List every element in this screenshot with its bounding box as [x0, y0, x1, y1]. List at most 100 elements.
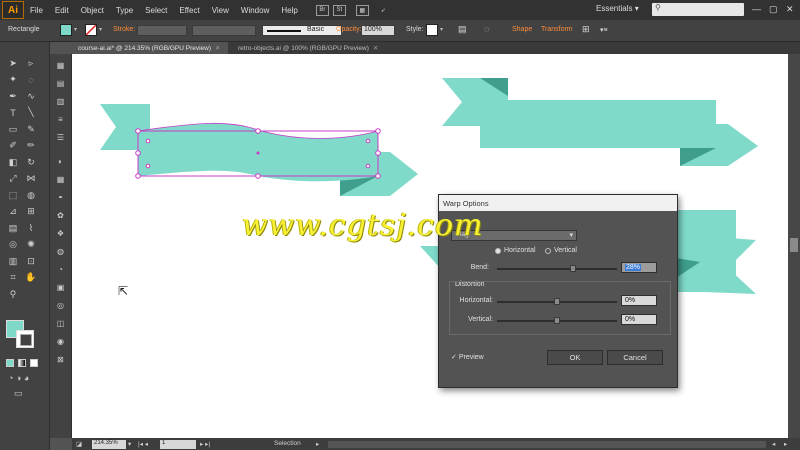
chevron-down-icon[interactable]: ▾ — [440, 26, 443, 33]
shaper-icon[interactable]: ✐ — [6, 139, 20, 153]
magic-wand-icon[interactable]: ✦ — [6, 73, 20, 87]
panel-dock-icon[interactable]: ▣ — [54, 282, 67, 292]
close-icon[interactable]: ✕ — [373, 45, 378, 52]
bend-slider-thumb[interactable] — [570, 265, 576, 272]
panel-dock-icon[interactable]: ◍ — [54, 246, 67, 256]
menu-edit[interactable]: Edit — [49, 6, 75, 15]
cancel-button[interactable]: Cancel — [607, 350, 663, 365]
panel-dock-icon[interactable]: ◎ — [54, 300, 67, 310]
transform-link[interactable]: Transform — [541, 26, 573, 33]
panel-dock-icon[interactable]: ◉ — [54, 336, 67, 346]
fill-color-swatch[interactable] — [60, 24, 72, 36]
scale-icon[interactable]: ⤢ — [6, 172, 20, 186]
blend-icon[interactable]: ◎ — [6, 238, 20, 252]
menu-effect[interactable]: Effect — [173, 6, 205, 15]
perspective-icon[interactable]: ⊿ — [6, 205, 20, 219]
scroll-arrow-icon[interactable]: ▸ — [784, 440, 787, 448]
status-menu-icon[interactable]: ▸ — [316, 440, 319, 448]
direct-selection-icon[interactable]: ▹ — [24, 56, 38, 70]
variable-width-profile-select[interactable] — [192, 25, 256, 36]
stock-icon[interactable]: St — [332, 4, 346, 16]
gradient-icon[interactable]: ▤ — [6, 221, 20, 235]
distortion-horizontal-field[interactable]: 0% — [621, 295, 657, 306]
artboard-canvas[interactable] — [72, 54, 788, 438]
menu-object[interactable]: Object — [75, 6, 110, 15]
draw-mode-icon[interactable]: ◔ ◑ ◕ — [8, 373, 29, 383]
free-transform-icon[interactable]: ⬚ — [6, 188, 20, 202]
panel-dock-icon[interactable]: ≡ — [54, 114, 67, 124]
ok-button[interactable]: OK — [547, 350, 603, 365]
opacity-link[interactable]: Opacity: — [336, 26, 362, 33]
document-setup-icon[interactable]: ▤ — [458, 24, 467, 35]
chevron-down-icon[interactable]: ▾ — [74, 26, 77, 33]
stroke-color-swatch[interactable] — [85, 24, 97, 36]
workspace-switcher[interactable]: Essentials ▾ — [596, 4, 639, 13]
slice-icon[interactable]: ⌗ — [6, 271, 20, 285]
chevron-down-icon[interactable]: ▾ — [99, 26, 102, 33]
hand-icon[interactable]: ✋ — [24, 271, 38, 285]
align-icon[interactable]: ⊞ — [582, 24, 590, 35]
panel-dock-icon[interactable]: ☰ — [54, 132, 67, 142]
distortion-vertical-thumb[interactable] — [554, 317, 560, 324]
first-artboard-icon[interactable]: |◂ ◂ — [138, 440, 148, 448]
horizontal-radio[interactable]: Horizontal — [495, 247, 536, 254]
opacity-field[interactable]: 100% — [361, 25, 395, 36]
bend-slider[interactable] — [497, 265, 617, 272]
recolor-artwork-icon[interactable]: ◌ — [484, 24, 489, 34]
distortion-vertical-field[interactable]: 0% — [621, 314, 657, 325]
panel-dock-icon[interactable]: ▦ — [54, 60, 67, 70]
panel-dock-icon[interactable]: ◐ — [54, 156, 67, 166]
preview-checkbox[interactable]: ✓ Preview — [451, 353, 484, 361]
pen-icon[interactable]: ✒ — [6, 89, 20, 103]
distortion-horizontal-slider[interactable] — [497, 298, 617, 305]
restore-button[interactable]: ▢ — [769, 4, 778, 15]
bend-value-field[interactable]: 28% — [621, 262, 657, 273]
menu-type[interactable]: Type — [110, 6, 139, 15]
symbol-sprayer-icon[interactable]: ✺ — [24, 238, 38, 252]
chevron-down-icon[interactable]: ▾ — [128, 440, 131, 448]
control-menu-icon[interactable]: ▾≡ — [600, 26, 608, 34]
graph-icon[interactable]: ▥ — [6, 254, 20, 268]
rectangle-icon[interactable]: ▭ — [6, 122, 20, 136]
brush-definition-select[interactable]: Basic — [262, 25, 342, 36]
close-icon[interactable]: ✕ — [215, 45, 220, 52]
color-mode-button[interactable] — [6, 359, 14, 367]
vertical-scrollbar[interactable] — [788, 54, 800, 438]
gradient-mode-button[interactable] — [18, 359, 26, 367]
gpu-performance-icon[interactable]: ➶ — [377, 5, 390, 16]
line-icon[interactable]: ╲ — [24, 106, 38, 120]
lasso-icon[interactable]: ◌ — [24, 73, 38, 87]
vertical-radio[interactable]: Vertical — [545, 247, 577, 254]
type-icon[interactable]: T — [6, 106, 20, 120]
panel-dock-icon[interactable]: ◓ — [54, 192, 67, 202]
menu-window[interactable]: Window — [235, 6, 275, 15]
stroke-weight-field[interactable] — [137, 25, 187, 36]
panel-dock-icon[interactable]: ◔ — [54, 264, 67, 274]
width-icon[interactable]: ⋈ — [24, 172, 38, 186]
pencil-icon[interactable]: ✏ — [24, 139, 38, 153]
panel-dock-icon[interactable]: ▦ — [54, 174, 67, 184]
scroll-arrow-icon[interactable]: ◂ — [772, 440, 775, 448]
zoom-menu-icon[interactable]: ◪ — [76, 440, 82, 448]
bridge-icon[interactable]: Br — [315, 4, 329, 16]
distortion-vertical-slider[interactable] — [497, 317, 617, 324]
panel-dock-icon[interactable]: ⊠ — [54, 354, 67, 364]
stroke-swatch[interactable] — [16, 330, 34, 348]
warp-style-select[interactable]: Flag ▾ — [451, 230, 577, 241]
search-input[interactable]: ⚲ — [652, 3, 744, 16]
horizontal-scrollbar[interactable] — [328, 441, 766, 448]
eyedropper-icon[interactable]: ⌇ — [24, 221, 38, 235]
shape-builder-icon[interactable]: ◍ — [24, 188, 38, 202]
none-mode-button[interactable] — [30, 359, 38, 367]
artboard-number-field[interactable]: 1 — [160, 440, 196, 449]
tab-retro-objects[interactable]: retro-objects.ai @ 100% (RGB/GPU Preview… — [232, 42, 390, 54]
panel-dock-icon[interactable]: ◫ — [54, 318, 67, 328]
minimize-button[interactable]: — — [752, 4, 761, 14]
panel-dock-icon[interactable]: ✿ — [54, 210, 67, 220]
close-button[interactable]: ✕ — [786, 4, 794, 15]
paintbrush-icon[interactable]: ✎ — [24, 122, 38, 136]
panel-dock-icon[interactable]: ▥ — [54, 96, 67, 106]
menu-file[interactable]: File — [24, 6, 49, 15]
rotate-icon[interactable]: ↻ — [24, 155, 38, 169]
screen-mode-icon[interactable]: ▭ — [14, 388, 23, 399]
